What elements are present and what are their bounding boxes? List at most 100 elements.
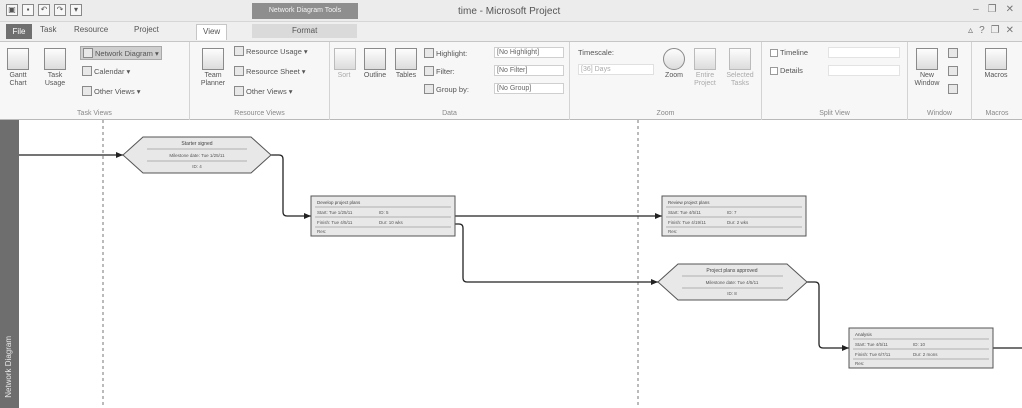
dependency-link[interactable] (455, 223, 658, 285)
task-other-views-button[interactable]: Other Views ▾ (82, 86, 140, 96)
timescale-select[interactable]: [36] Days (578, 64, 654, 75)
zoom-label: Zoom (656, 110, 675, 117)
redo-icon[interactable]: ↷ (54, 4, 66, 16)
group-task-views: Gantt Chart Task Usage Network Diagram ▾… (0, 42, 190, 120)
other-views-icon (234, 86, 244, 96)
node-milestone-date: Milestone date: Tue 4/5/11 (706, 280, 759, 285)
restore-icon[interactable]: ❐ (988, 4, 997, 15)
node-finish: Finish: Tue 4/5/11 (317, 220, 353, 225)
macros-button[interactable]: Macros (978, 48, 1014, 80)
project-app-icon[interactable]: ▣ (6, 4, 18, 16)
team-planner-button[interactable]: Team Planner (196, 48, 230, 88)
node-start: Start: Tue 4/5/11 (855, 342, 888, 347)
group-by-icon (424, 84, 434, 94)
timeline-select[interactable] (828, 47, 900, 58)
filter-select[interactable]: [No Filter] (494, 65, 564, 76)
entire-project-button[interactable]: Entire Project (690, 48, 720, 88)
task-node[interactable]: Analysis Start: Tue 4/5/11 ID: 10 Finish… (848, 327, 994, 369)
node-milestone-date: Milestone date: Tue 1/25/11 (169, 153, 225, 158)
title-bar: ▣ ▪ ↶ ↷ ▾ Network Diagram Tools time - M… (0, 0, 1022, 22)
highlight-control: Highlight: (424, 48, 467, 58)
node-resources: Res: (855, 361, 864, 366)
data-label: Data (442, 110, 457, 117)
node-id: ID: 10 (913, 342, 926, 347)
selected-tasks-button[interactable]: Selected Tasks (724, 48, 756, 88)
tab-project[interactable]: Project (134, 25, 159, 34)
sort-button[interactable]: Sort (334, 48, 356, 80)
node-duration: Dur: 2 mons (913, 352, 938, 357)
close-window-icon[interactable]: ✕ (1006, 25, 1014, 36)
undo-icon[interactable]: ↶ (38, 4, 50, 16)
group-by-select[interactable]: [No Group] (494, 83, 564, 94)
arrange-all-button[interactable] (948, 66, 958, 76)
hide-window-icon (948, 84, 958, 94)
tab-view[interactable]: View (196, 24, 228, 40)
task-node[interactable]: Review project plans Start: Tue 4/5/11 I… (661, 195, 807, 237)
window-label: Window (927, 110, 952, 117)
gantt-chart-icon (7, 48, 29, 70)
ribbon-tabs: File Task Resource Project View Format ▵… (0, 22, 1022, 42)
minimize-ribbon-icon[interactable]: ▵ (968, 25, 973, 36)
context-tab-title: Network Diagram Tools (252, 3, 358, 19)
milestone-node[interactable]: Starter signed Milestone date: Tue 1/25/… (122, 136, 272, 174)
timeline-check-icon (770, 48, 778, 57)
node-title: Analysis (855, 332, 873, 337)
task-usage-icon (44, 48, 66, 70)
save-icon[interactable]: ▪ (22, 4, 34, 16)
node-id: ID: 7 (727, 210, 737, 215)
arrange-all-icon (948, 66, 958, 76)
network-diagram-canvas[interactable]: Starter signed Milestone date: Tue 1/25/… (19, 120, 1022, 408)
close-icon[interactable]: ✕ (1006, 4, 1014, 15)
details-checkbox[interactable]: Details (770, 66, 803, 75)
view-bar-label: Network Diagram (4, 336, 13, 398)
task-views-label: Task Views (77, 110, 112, 117)
node-resources: Res: (317, 229, 326, 234)
tables-icon (395, 48, 417, 70)
network-diagram-button[interactable]: Network Diagram ▾ (80, 46, 162, 60)
customize-toolbar-icon[interactable]: ▾ (70, 4, 82, 16)
task-usage-button[interactable]: Task Usage (40, 48, 70, 88)
resource-sheet-button[interactable]: Resource Sheet ▾ (234, 66, 306, 76)
tab-task[interactable]: Task (40, 25, 56, 34)
tables-button[interactable]: Tables (392, 48, 420, 80)
tab-file[interactable]: File (6, 24, 32, 39)
node-start: Start: Tue 1/25/11 (317, 210, 353, 215)
task-node[interactable]: Develop project plans Start: Tue 1/25/11… (310, 195, 456, 237)
help-icon[interactable]: ? (979, 25, 985, 36)
node-id: ID: 8 (727, 291, 737, 296)
timeline-checkbox[interactable]: Timeline (770, 48, 808, 57)
group-by-control: Group by: (424, 84, 469, 94)
view-bar: Network Diagram (0, 120, 19, 408)
tab-format[interactable]: Format (252, 24, 358, 38)
dependency-link[interactable] (271, 154, 311, 219)
resource-views-label: Resource Views (234, 110, 285, 117)
node-finish: Finish: Tue 6/7/11 (855, 352, 891, 357)
resource-other-views-button[interactable]: Other Views ▾ (234, 86, 292, 96)
resource-usage-button[interactable]: Resource Usage ▾ (234, 46, 308, 56)
group-window: New Window Window (908, 42, 972, 120)
milestone-node[interactable]: Project plans approved Milestone date: T… (657, 263, 808, 301)
macros-label: Macros (985, 110, 1009, 117)
group-macros: Macros Macros (972, 42, 1022, 120)
node-duration: Dur: 2 wks (727, 220, 749, 225)
calendar-button[interactable]: Calendar ▾ (82, 66, 130, 76)
switch-windows-button[interactable] (948, 48, 958, 58)
zoom-button[interactable]: Zoom (660, 48, 688, 80)
tab-resource[interactable]: Resource (74, 25, 108, 34)
hide-window-button[interactable] (948, 84, 958, 94)
highlight-select[interactable]: [No Highlight] (494, 47, 564, 58)
new-window-button[interactable]: New Window (912, 48, 942, 88)
gantt-chart-button[interactable]: Gantt Chart (6, 48, 30, 88)
restore-window-icon[interactable]: ❐ (991, 25, 1000, 36)
node-title: Review project plans (668, 200, 710, 205)
outline-button[interactable]: Outline (360, 48, 390, 80)
details-select[interactable] (828, 65, 900, 76)
node-title: Project plans approved (706, 268, 757, 274)
split-view-label: Split View (819, 110, 850, 117)
dependency-link[interactable] (807, 281, 849, 351)
switch-windows-icon (948, 48, 958, 58)
filter-icon (424, 66, 434, 76)
minimize-icon[interactable]: – (973, 4, 979, 15)
team-planner-icon (202, 48, 224, 70)
zoom-icon (663, 48, 685, 70)
